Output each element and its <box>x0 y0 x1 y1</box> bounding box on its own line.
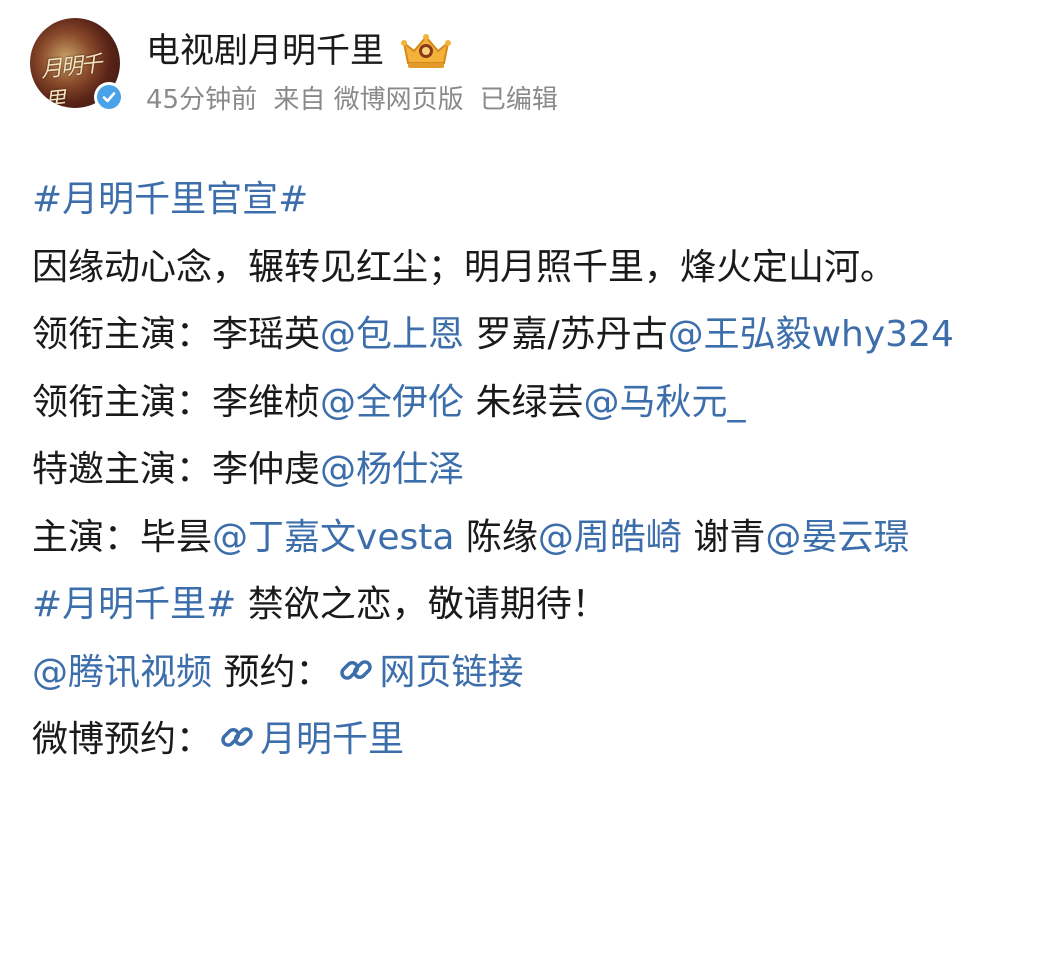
crown-icon <box>401 34 451 68</box>
post-edited[interactable]: 已编辑 <box>480 85 558 115</box>
tagline-text: 因缘动心念，辗转见红尘；明月照千里，烽火定山河。 <box>32 246 897 288</box>
link-icon <box>340 659 373 680</box>
cast-text: 领衔主演：李维桢 <box>32 381 321 423</box>
content-line-1: #月明千里官宣# <box>32 166 1022 234</box>
content-line-2: 因缘动心念，辗转见红尘；明月照千里，烽火定山河。 <box>32 234 1022 302</box>
post-source: 来自 微博网页版 <box>273 85 464 115</box>
mention-link[interactable]: @王弘毅why324 <box>668 314 954 355</box>
post-content: #月明千里官宣# 因缘动心念，辗转见红尘；明月照千里，烽火定山河。 领衔主演：李… <box>32 166 1022 774</box>
cast-text: 特邀主演：李仲虔 <box>32 449 321 490</box>
cast-text: 谢青 <box>681 516 766 558</box>
cast-text: 朱绿芸 <box>464 381 584 423</box>
content-line-6: 主演：毕昙@丁嘉文vesta 陈缘@周皓崎 谢青@晏云璟 <box>32 504 1022 572</box>
mention-link[interactable]: @包上恩 <box>320 314 464 355</box>
content-line-4: 领衔主演：李维桢@全伊伦 朱绿芸@马秋元_ <box>32 369 1022 437</box>
mention-link[interactable]: @周皓崎 <box>538 517 682 558</box>
mention-link[interactable]: @马秋元_ <box>583 382 745 423</box>
avatar[interactable]: 月明千里 <box>30 18 124 112</box>
web-link[interactable]: 网页链接 <box>379 652 523 693</box>
mention-link[interactable]: @杨仕泽 <box>320 449 464 490</box>
mention-link[interactable]: @腾讯视频 <box>32 652 212 693</box>
cast-text: 罗嘉/苏丹古 <box>464 314 668 355</box>
reserve-text: 预约： <box>212 651 332 693</box>
content-line-3: 领衔主演：李瑶英@包上恩 罗嘉/苏丹古@王弘毅why324 <box>32 301 1022 369</box>
content-line-7: #月明千里# 禁欲之恋，敬请期待！ <box>32 571 1022 639</box>
mention-link[interactable]: @丁嘉文vesta <box>212 517 454 558</box>
topic-link[interactable]: #月明千里# <box>32 584 236 625</box>
mention-link[interactable]: @全伊伦 <box>320 382 464 423</box>
link-icon <box>221 727 253 747</box>
post-header: 月明千里 电视剧月明千里 45分钟前 来自 微博网页版 已编辑 <box>30 18 1030 115</box>
verified-icon <box>94 82 124 112</box>
content-line-5: 特邀主演：李仲虔@杨仕泽 <box>32 436 1022 504</box>
tagline-text: 禁欲之恋，敬请期待！ <box>236 584 608 625</box>
user-name[interactable]: 电视剧月明千里 <box>146 28 384 74</box>
reserve-text: 微博预约： <box>32 719 213 760</box>
cast-text: 领衔主演：李瑶英 <box>32 314 321 355</box>
user-name-row: 电视剧月明千里 <box>146 28 452 74</box>
content-line-9: 微博预约： 月明千里 <box>32 706 1022 774</box>
content-line-8: @腾讯视频 预约： 网页链接 <box>32 639 1022 707</box>
mention-link[interactable]: @晏云璟 <box>765 517 909 558</box>
post-meta: 45分钟前 来自 微博网页版 已编辑 <box>146 82 566 118</box>
cast-text: 主演：毕昙 <box>32 516 213 558</box>
cast-text: 陈缘 <box>454 516 538 558</box>
weibo-reserve-link[interactable]: 月明千里 <box>260 719 404 760</box>
topic-link[interactable]: #月明千里官宣# <box>32 179 308 220</box>
post-time: 45分钟前 <box>146 85 258 115</box>
